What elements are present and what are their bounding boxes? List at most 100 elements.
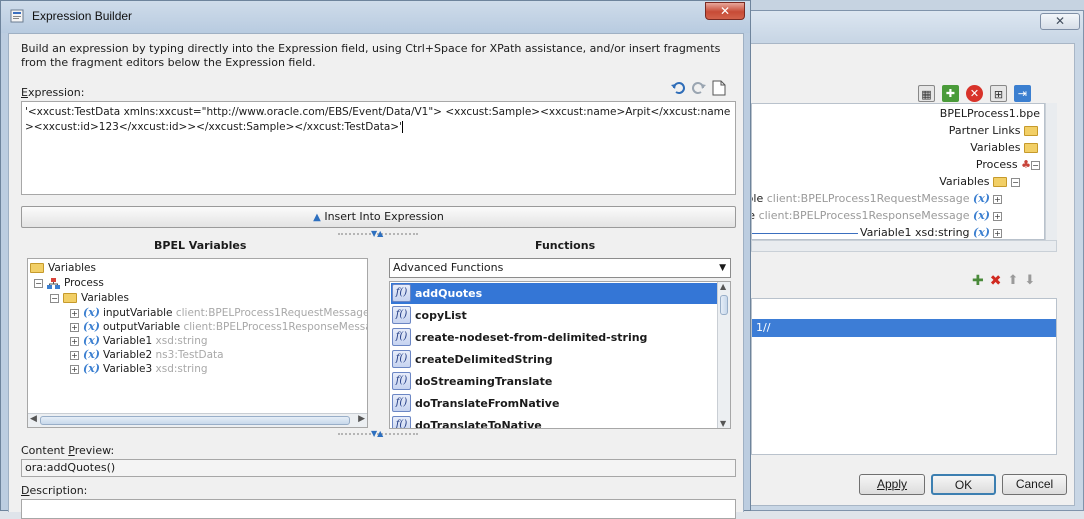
function-item[interactable]: f() doStreamingTranslate <box>391 371 717 392</box>
bpel-variables-heading: BPEL Variables <box>154 239 247 252</box>
tree-node-input-variable[interactable]: + (x) inputVariable client:BPELProcess1Req… <box>70 306 367 320</box>
function-icon: f() <box>392 416 411 428</box>
content-preview-field[interactable]: ora:addQuotes() <box>21 459 736 477</box>
expression-builder-dialog: Expression Builder ✕ Build an expression… <box>0 0 751 519</box>
apply-button[interactable]: Apply <box>859 474 925 495</box>
expand-icon[interactable]: + <box>70 350 79 360</box>
chevron-down-icon: ▼ <box>719 263 726 273</box>
function-icon: f() <box>392 306 411 324</box>
dialog-body: Build an expression by typing directly i… <box>8 33 744 519</box>
function-item[interactable]: f() copyList <box>391 305 717 326</box>
close-button[interactable]: ✕ <box>705 2 745 20</box>
scroll-left-icon[interactable]: ◀ <box>30 414 37 424</box>
properties-icon[interactable]: ⊞ <box>990 85 1007 102</box>
scroll-thumb[interactable] <box>40 416 350 425</box>
function-icon: f() <box>392 394 411 412</box>
tree-node-variable2[interactable]: + (x) Variable2 ns3:TestData <box>70 348 224 362</box>
scroll-thumb[interactable] <box>720 295 728 315</box>
collapse-icon[interactable]: − <box>50 293 59 303</box>
scroll-up-icon[interactable]: ▲ <box>720 282 726 291</box>
calculator-icon[interactable]: ▦ <box>918 85 935 102</box>
cancel-button[interactable]: Cancel <box>1002 474 1067 495</box>
clear-icon[interactable] <box>712 80 726 96</box>
variable-icon: (x) <box>973 226 990 239</box>
move-up-icon[interactable]: ⬆ <box>1007 273 1018 289</box>
content-preview-label: Content Preview: <box>21 444 115 457</box>
function-item[interactable]: f() create-nodeset-from-delimited-string <box>391 327 717 348</box>
bg-tree-row[interactable]: Variables − <box>939 174 1024 190</box>
expand-icon[interactable]: + <box>993 211 1002 221</box>
move-down-icon[interactable]: ⬇ <box>1024 273 1035 289</box>
puzzle-icon[interactable]: ✚ <box>942 85 959 102</box>
tree-node-process[interactable]: − Process <box>34 276 104 290</box>
expression-label: Expression: <box>21 86 85 99</box>
expression-builder-icon <box>10 9 24 23</box>
tree-node-variable1[interactable]: + (x) Variable1 xsd:string <box>70 334 208 348</box>
delete-icon[interactable]: ✖ <box>990 273 1002 289</box>
background-tree-hscroll[interactable] <box>751 240 1057 252</box>
process-icon: ♣ <box>1021 158 1031 171</box>
xpath-icon[interactable]: ⇥ <box>1014 85 1031 102</box>
scroll-down-icon[interactable]: ▼ <box>720 419 726 428</box>
variable-icon: (x) <box>83 306 100 319</box>
function-item[interactable]: f() doTranslateFromNative <box>391 393 717 414</box>
tree-node-variables[interactable]: − Variables <box>50 291 129 305</box>
tree-node-output-variable[interactable]: + (x) outputVariable client:BPELProcess1Re… <box>70 320 367 334</box>
bg-tree-row[interactable]: Process ♣− <box>976 157 1044 173</box>
expression-input[interactable]: '<xxcust:TestData xmlns:xxcust="http://w… <box>21 101 736 195</box>
expand-icon[interactable]: + <box>70 308 79 318</box>
bg-tree-row[interactable]: Partner Links <box>949 123 1042 139</box>
horizontal-splitter[interactable]: ▼▲ <box>338 430 418 438</box>
bg-tree-row[interactable]: BPELProcess1.bpe <box>940 106 1040 122</box>
ok-button[interactable]: OK <box>931 474 996 495</box>
folder-icon <box>63 293 77 303</box>
background-copy-list[interactable]: 1// <box>751 298 1057 455</box>
variable-icon: (x) <box>973 192 990 205</box>
tree-node-variables-root[interactable]: Variables <box>30 261 96 275</box>
collapse-icon[interactable]: − <box>34 278 43 288</box>
scroll-right-icon[interactable]: ▶ <box>358 414 365 424</box>
selected-list-row[interactable]: 1// <box>752 319 1056 337</box>
expression-toolbar <box>670 80 726 96</box>
expression-value: '<xxcust:TestData xmlns:xxcust="http://w… <box>25 106 731 133</box>
bg-tree-row[interactable]: Variable1 xsd:string (x) + <box>752 225 1006 239</box>
add-icon[interactable]: ✚ <box>972 273 984 289</box>
bg-tree-row[interactable]: Variables <box>970 140 1042 156</box>
variable-icon: (x) <box>83 362 100 375</box>
function-list-vscroll[interactable]: ▲ ▼ <box>717 282 730 428</box>
bg-tree-row[interactable]: Variable client:BPELProcess1RequestMessa… <box>752 191 1006 207</box>
background-close-button[interactable]: ✕ <box>1040 13 1080 30</box>
tree-node-variable3[interactable]: + (x) Variable3 xsd:string <box>70 362 208 376</box>
redo-icon[interactable] <box>691 80 707 96</box>
background-variable-tree[interactable]: BPELProcess1.bpe Partner Links Variables… <box>751 103 1045 240</box>
bpel-variables-tree[interactable]: Variables − Process − Variables + (x) inputV… <box>27 258 368 428</box>
expand-icon[interactable]: + <box>993 228 1002 238</box>
function-item[interactable]: f() addQuotes <box>391 283 717 304</box>
delete-red-icon[interactable]: ✕ <box>966 85 983 102</box>
function-item[interactable]: f() doTranslateToNative <box>391 415 717 428</box>
folder-icon <box>993 177 1007 187</box>
undo-icon[interactable] <box>670 80 686 96</box>
variable-icon: (x) <box>83 348 100 361</box>
background-tree-vscroll[interactable] <box>1045 103 1057 240</box>
collapse-icon[interactable]: − <box>1011 177 1020 187</box>
bg-tree-row[interactable]: ariable client:BPELProcess1ResponseMessa… <box>752 208 1006 224</box>
function-icon: f() <box>392 372 411 390</box>
expand-icon[interactable]: + <box>993 194 1002 204</box>
expand-icon[interactable]: + <box>70 336 79 346</box>
title-bar[interactable]: Expression Builder ✕ <box>1 1 750 33</box>
collapse-icon[interactable]: − <box>1031 160 1040 170</box>
horizontal-splitter[interactable]: ▼▲ <box>338 230 418 238</box>
function-item[interactable]: f() createDelimitedString <box>391 349 717 370</box>
expand-icon[interactable]: + <box>70 364 79 374</box>
text-caret <box>402 121 403 133</box>
function-category-select[interactable]: Advanced Functions ▼ <box>389 258 731 278</box>
function-list[interactable]: f() addQuotes f() copyList f() create-nodes… <box>389 281 731 429</box>
folder-icon <box>30 263 44 273</box>
process-icon <box>47 277 60 289</box>
description-field[interactable] <box>21 499 736 519</box>
variables-hscroll[interactable]: ◀ ▶ <box>28 413 367 427</box>
insert-into-expression-button[interactable]: ▲ Insert Into Expression <box>21 206 736 228</box>
expand-icon[interactable]: + <box>70 322 79 332</box>
variable-icon: (x) <box>973 209 990 222</box>
